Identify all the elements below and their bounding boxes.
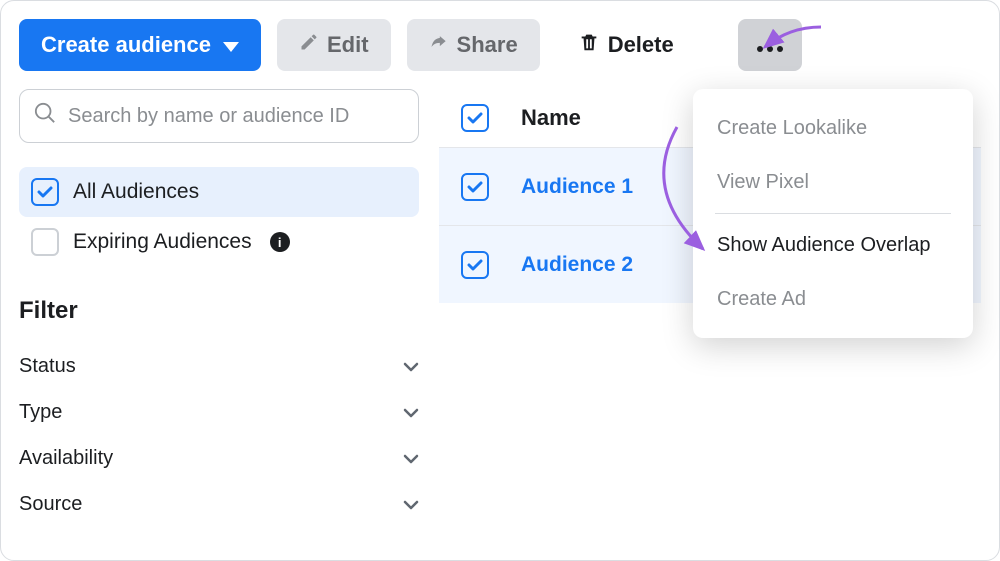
audience-name-link[interactable]: Audience 2 — [521, 253, 633, 277]
row-checkbox[interactable] — [461, 173, 489, 201]
caret-down-icon — [223, 32, 239, 58]
dropdown-item-create-lookalike[interactable]: Create Lookalike — [693, 101, 973, 155]
audience-filter-all[interactable]: All Audiences — [19, 167, 419, 217]
search-icon — [34, 102, 56, 130]
checkbox-unchecked[interactable] — [31, 228, 59, 256]
filter-label: Source — [19, 493, 82, 516]
checkbox-checked[interactable] — [31, 178, 59, 206]
delete-label: Delete — [608, 32, 674, 58]
create-audience-button[interactable]: Create audience — [19, 19, 261, 71]
dropdown-separator — [715, 213, 951, 214]
chevron-down-icon — [403, 401, 419, 424]
info-icon[interactable]: i — [270, 232, 290, 252]
trash-icon — [578, 31, 600, 59]
share-label: Share — [457, 32, 518, 58]
filter-source[interactable]: Source — [19, 481, 419, 527]
filter-heading: Filter — [19, 297, 419, 325]
audience-filter-expiring[interactable]: Expiring Audiences i — [19, 217, 419, 267]
share-arrow-icon — [429, 32, 449, 58]
search-placeholder: Search by name or audience ID — [68, 105, 349, 128]
search-input[interactable]: Search by name or audience ID — [19, 89, 419, 143]
chevron-down-icon — [403, 447, 419, 470]
edit-label: Edit — [327, 32, 369, 58]
filter-label: Type — [19, 401, 62, 424]
filter-type[interactable]: Type — [19, 389, 419, 435]
share-button[interactable]: Share — [407, 19, 540, 71]
filter-label: Availability — [19, 447, 113, 470]
dropdown-item-create-ad[interactable]: Create Ad — [693, 272, 973, 326]
pencil-icon — [299, 32, 319, 58]
more-button[interactable] — [738, 19, 802, 71]
audience-name-link[interactable]: Audience 1 — [521, 175, 633, 199]
audience-filter-label: All Audiences — [73, 180, 199, 204]
filter-availability[interactable]: Availability — [19, 435, 419, 481]
chevron-down-icon — [403, 493, 419, 516]
audience-filter-label: Expiring Audiences — [73, 230, 252, 254]
column-header-name: Name — [521, 105, 581, 131]
dots-icon — [756, 32, 784, 58]
chevron-down-icon — [403, 355, 419, 378]
audience-list: All Audiences Expiring Audiences i — [19, 167, 419, 267]
create-audience-label: Create audience — [41, 32, 211, 58]
dropdown-item-view-pixel[interactable]: View Pixel — [693, 155, 973, 209]
dropdown-item-show-overlap[interactable]: Show Audience Overlap — [693, 218, 973, 272]
select-all-checkbox[interactable] — [461, 104, 489, 132]
edit-button[interactable]: Edit — [277, 19, 391, 71]
filter-label: Status — [19, 355, 76, 378]
filter-status[interactable]: Status — [19, 343, 419, 389]
delete-button[interactable]: Delete — [556, 19, 696, 71]
row-checkbox[interactable] — [461, 251, 489, 279]
more-dropdown: Create Lookalike View Pixel Show Audienc… — [693, 89, 973, 338]
toolbar: Create audience Edit Share Delete — [19, 19, 981, 71]
sidebar: Search by name or audience ID All Audien… — [19, 89, 419, 527]
